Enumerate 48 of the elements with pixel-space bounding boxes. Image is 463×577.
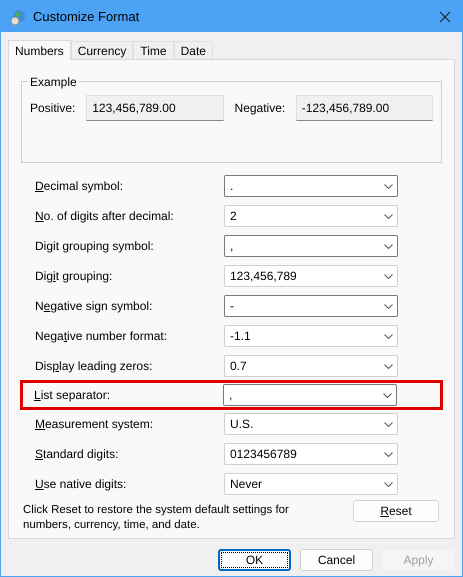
chevron-down-icon (384, 214, 393, 218)
dropdown[interactable]: -1.1 (224, 325, 398, 347)
tab[interactable]: Time (133, 41, 174, 59)
setting-label: No. of digits after decimal: (35, 208, 175, 225)
chevron-down-icon (384, 274, 393, 278)
setting-label: Digit grouping symbol: (35, 238, 155, 255)
globe-icon (9, 8, 27, 26)
setting-label: Digit grouping: (35, 268, 114, 285)
dropdown[interactable]: U.S. (224, 413, 398, 435)
dropdown[interactable]: , (223, 384, 397, 406)
chevron-down-icon (384, 364, 393, 368)
setting-label: Use native digits: (35, 476, 128, 493)
dropdown[interactable]: 123,456,789 (224, 265, 398, 287)
setting-label: Negative number format: (35, 328, 168, 345)
example-value-field: 123,456,789.00 (86, 95, 224, 121)
negative-label: Negative: (234, 100, 286, 117)
tab[interactable]: Date (174, 41, 213, 59)
chevron-down-icon (383, 392, 392, 398)
chevron-down-icon (384, 304, 393, 308)
chevron-down-icon (384, 334, 393, 338)
chevron-down-icon (384, 244, 393, 248)
chevron-down-icon (384, 452, 393, 456)
dropdown[interactable]: Never (224, 473, 398, 495)
dropdown[interactable]: , (224, 235, 398, 257)
dialog-button[interactable]: Cancel (300, 549, 373, 571)
reset-button[interactable]: Reset (353, 500, 439, 522)
positive-label: Positive: (30, 100, 76, 117)
setting-label: List separator: (34, 387, 112, 404)
dropdown[interactable]: - (224, 295, 398, 317)
chevron-down-icon (384, 422, 393, 426)
dropdown[interactable]: 0.7 (224, 355, 398, 377)
setting-label: Negative sign symbol: (35, 298, 154, 315)
setting-label: Display leading zeros: (35, 358, 154, 375)
close-icon (439, 10, 451, 22)
dropdown[interactable]: 0123456789 (224, 443, 398, 465)
setting-label: Decimal symbol: (35, 178, 124, 195)
tab[interactable]: Currency (70, 41, 134, 59)
tab[interactable]: Numbers (8, 40, 71, 60)
dialog-button[interactable]: OK (218, 549, 291, 571)
dropdown[interactable]: 2 (224, 205, 398, 227)
window-title: Customize Format (33, 8, 140, 26)
dropdown[interactable]: . (224, 175, 398, 197)
chevron-down-icon (384, 482, 393, 486)
reset-note: Click Reset to restore the system default settings for numbers, currency, time, and date. (23, 503, 290, 533)
chevron-down-icon (384, 184, 393, 188)
setting-label: Standard digits: (35, 446, 120, 463)
example-value-field: -123,456,789.00 (296, 95, 433, 121)
setting-label: Measurement system: (35, 416, 154, 433)
